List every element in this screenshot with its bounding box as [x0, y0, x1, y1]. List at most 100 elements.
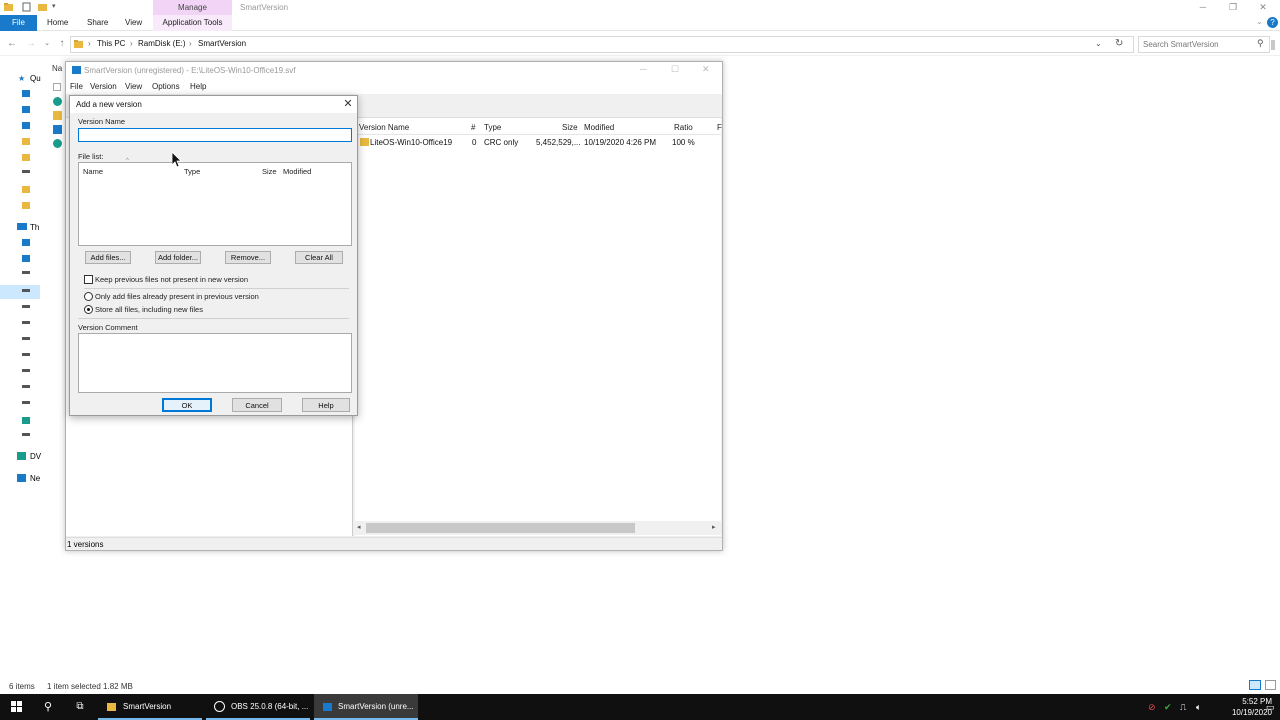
- drive-icon[interactable]: [22, 289, 30, 292]
- folder-icon[interactable]: [22, 186, 30, 193]
- ok-button[interactable]: OK: [162, 398, 212, 412]
- 3d-objects-icon[interactable]: [22, 239, 30, 246]
- search-icon[interactable]: ⚲: [36, 694, 60, 720]
- desktop-icon[interactable]: [22, 255, 30, 262]
- maximize-icon[interactable]: ❐: [1218, 0, 1248, 15]
- file-list-column-type[interactable]: Type: [184, 167, 200, 176]
- keep-previous-label[interactable]: Keep previous files not present in new v…: [95, 275, 248, 284]
- drive-icon[interactable]: [22, 385, 30, 388]
- taskbar-smartversion[interactable]: SmartVersion (unre...: [314, 694, 418, 720]
- breadcrumb-smartversion[interactable]: SmartVersion: [198, 39, 246, 48]
- network-icon[interactable]: [17, 474, 26, 482]
- version-list[interactable]: [355, 118, 721, 536]
- selected-nav-item[interactable]: [0, 285, 40, 299]
- add-folder-button[interactable]: Add folder...: [155, 251, 201, 264]
- documents-icon[interactable]: [22, 122, 30, 129]
- drive-icon[interactable]: [22, 353, 30, 356]
- taskbar-obs[interactable]: OBS 25.0.8 (64-bit, ...: [206, 694, 310, 720]
- column-type[interactable]: Type: [484, 123, 501, 132]
- column-number[interactable]: #: [471, 123, 475, 132]
- forward-arrow-icon[interactable]: →: [24, 37, 38, 51]
- scrollbar[interactable]: [1271, 40, 1275, 50]
- drive-icon[interactable]: [22, 337, 30, 340]
- folder-icon[interactable]: [22, 154, 30, 161]
- add-files-button[interactable]: Add files...: [85, 251, 131, 264]
- volume-icon[interactable]: 🔈︎: [1196, 694, 1208, 720]
- up-arrow-icon[interactable]: ↑: [55, 37, 69, 51]
- recent-locations-icon[interactable]: ⌄: [40, 37, 54, 51]
- folder-icon[interactable]: [22, 202, 30, 209]
- column-extra[interactable]: F: [717, 123, 722, 132]
- breadcrumb-ramdisk[interactable]: RamDisk (E:): [138, 39, 186, 48]
- name-column-header[interactable]: Na: [52, 64, 62, 73]
- tab-file[interactable]: File: [0, 15, 37, 31]
- smartversion-file-icon[interactable]: [53, 139, 62, 148]
- drive-icon[interactable]: [22, 170, 30, 173]
- this-pc-label[interactable]: Th: [30, 223, 39, 232]
- minimize-icon[interactable]: ─: [640, 64, 646, 74]
- drive-icon[interactable]: [22, 321, 30, 324]
- version-comment-textarea[interactable]: [78, 333, 352, 393]
- menu-view[interactable]: View: [125, 82, 142, 91]
- close-icon[interactable]: ✕: [340, 97, 356, 112]
- menu-help[interactable]: Help: [190, 82, 206, 91]
- only-add-label[interactable]: Only add files already present in previo…: [95, 292, 259, 301]
- new-folder-icon[interactable]: [38, 2, 47, 12]
- qat-dropdown-icon[interactable]: ▾: [52, 2, 61, 12]
- dvd-drive-icon[interactable]: [17, 452, 26, 460]
- file-list-column-size[interactable]: Size: [262, 167, 277, 176]
- desktop-icon[interactable]: [22, 90, 30, 97]
- file-icon[interactable]: [53, 125, 62, 134]
- windows-start-icon[interactable]: [0, 694, 32, 720]
- task-view-icon[interactable]: ⧉: [66, 694, 94, 720]
- drive-icon[interactable]: [22, 369, 30, 372]
- tab-home[interactable]: Home: [47, 15, 68, 31]
- file-icon[interactable]: [53, 83, 61, 91]
- network-drive-icon[interactable]: [22, 417, 30, 424]
- check-icon[interactable]: ✔: [1164, 694, 1176, 720]
- scroll-right-icon[interactable]: ▸: [712, 523, 716, 531]
- remove-button[interactable]: Remove...: [225, 251, 271, 264]
- version-name-input[interactable]: [78, 128, 352, 142]
- only-add-radio[interactable]: [84, 292, 93, 301]
- taskbar-explorer[interactable]: SmartVersion: [98, 694, 202, 720]
- back-arrow-icon[interactable]: ←: [5, 37, 19, 51]
- folder-icon[interactable]: [22, 138, 30, 145]
- breadcrumb-this-pc[interactable]: This PC: [97, 39, 125, 48]
- store-all-radio[interactable]: [84, 305, 93, 314]
- clear-all-button[interactable]: Clear All: [295, 251, 343, 264]
- close-icon[interactable]: ✕: [702, 64, 710, 75]
- menu-options[interactable]: Options: [152, 82, 180, 91]
- smartversion-file-icon[interactable]: [53, 97, 62, 106]
- drive-icon[interactable]: [22, 401, 30, 404]
- ribbon-expand-icon[interactable]: ⌄: [1256, 17, 1263, 26]
- tab-view[interactable]: View: [125, 15, 142, 31]
- help-icon[interactable]: ?: [1267, 17, 1278, 28]
- refresh-icon[interactable]: ↻: [1115, 38, 1123, 49]
- clock[interactable]: 5:52 PM 10/19/2020: [1218, 694, 1272, 720]
- dvd-drive-label[interactable]: DV: [30, 452, 41, 461]
- keep-previous-checkbox[interactable]: [84, 275, 93, 284]
- column-size[interactable]: Size: [562, 123, 578, 132]
- file-icon[interactable]: [53, 111, 62, 120]
- file-list-column-name[interactable]: Name: [83, 167, 103, 176]
- quick-access-star-icon[interactable]: ★: [18, 74, 25, 83]
- quick-access-label[interactable]: Qu: [30, 74, 41, 83]
- properties-icon[interactable]: [22, 2, 31, 12]
- drive-icon[interactable]: [22, 433, 30, 436]
- menu-file[interactable]: File: [70, 82, 83, 91]
- column-ratio[interactable]: Ratio: [674, 123, 693, 132]
- maximize-icon[interactable]: ☐: [671, 64, 679, 75]
- menu-version[interactable]: Version: [90, 82, 117, 91]
- minimize-icon[interactable]: ─: [1188, 0, 1218, 15]
- network-label[interactable]: Ne: [30, 474, 40, 483]
- tab-share[interactable]: Share: [87, 15, 108, 31]
- large-icons-view-icon[interactable]: [1265, 680, 1276, 690]
- details-view-icon[interactable]: [1249, 680, 1261, 690]
- manage-contextual-tab[interactable]: Manage: [153, 0, 232, 15]
- column-version-name[interactable]: Version Name: [359, 123, 409, 132]
- file-list-column-modified[interactable]: Modified: [283, 167, 311, 176]
- drive-icon[interactable]: [22, 305, 30, 308]
- store-all-label[interactable]: Store all files, including new files: [95, 305, 203, 314]
- address-dropdown-icon[interactable]: ⌄: [1095, 39, 1102, 48]
